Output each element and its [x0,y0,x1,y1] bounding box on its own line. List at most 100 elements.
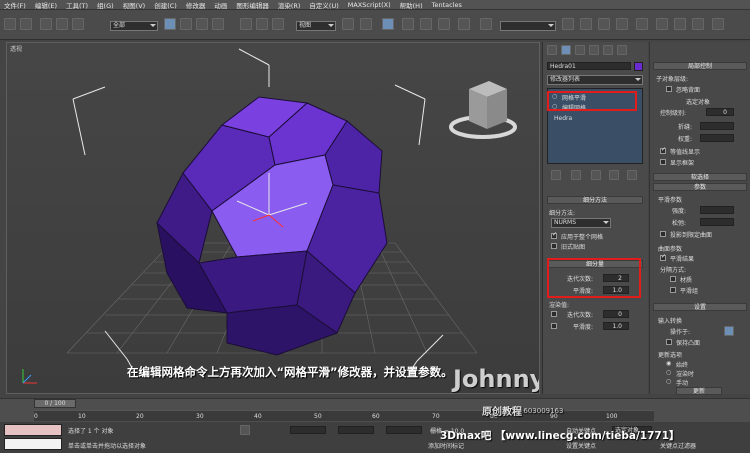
keep-convex-checkbox[interactable] [666,339,672,345]
move-icon[interactable] [240,18,252,30]
maxscript-mini-listener[interactable] [4,438,62,450]
time-slider[interactable]: 0 / 100 0 10 20 30 40 50 60 70 80 90 100… [0,398,750,422]
project-limit-checkbox[interactable] [660,231,666,237]
bind-space-warp-icon[interactable] [72,18,84,30]
hierarchy-tab-icon[interactable] [575,45,585,55]
menu-modifiers[interactable]: 修改器 [186,0,206,10]
selection-filter-select[interactable]: 全部 [110,21,158,31]
rollout-soft-selection[interactable]: 软选择 [653,173,747,181]
object-color-swatch[interactable] [634,62,643,71]
ctrl-level-spinner[interactable]: 0 [706,108,734,116]
ignore-backface-checkbox[interactable] [666,86,672,92]
teapot-icon[interactable] [712,18,724,30]
scale-icon[interactable] [272,18,284,30]
show-cage-checkbox[interactable] [660,159,666,165]
old-map-checkbox[interactable] [551,243,557,249]
make-unique-icon[interactable] [591,170,601,180]
stack-item-hedra[interactable]: Hedra [554,115,572,122]
material-checkbox[interactable] [670,276,676,282]
window-crossing-icon[interactable] [212,18,224,30]
subdivision-method-select[interactable]: NURMS [551,218,611,228]
rotate-icon[interactable] [256,18,268,30]
utilities-tab-icon[interactable] [617,45,627,55]
pivot-center-icon[interactable] [342,18,354,30]
display-tab-icon[interactable] [603,45,613,55]
modify-tab-icon[interactable] [561,45,571,55]
layer-manager-icon[interactable] [580,18,592,30]
z-coord-field[interactable] [386,426,422,434]
strength-spinner[interactable] [700,206,734,214]
select-manipulate-icon[interactable] [360,18,372,30]
select-object-icon[interactable] [164,18,176,30]
align-icon[interactable] [562,18,574,30]
rollout-parameters[interactable]: 参数 [653,183,747,191]
remove-modifier-icon[interactable] [609,170,619,180]
unlink-icon[interactable] [56,18,68,30]
maxscript-listener[interactable] [4,424,62,436]
render-smooth-checkbox[interactable] [551,323,557,329]
create-tab-icon[interactable] [547,45,557,55]
rollout-local-control[interactable]: 局部控制 [653,62,747,70]
on-render-radio[interactable]: ○ [666,369,671,376]
always-radio[interactable]: ◉ [666,360,671,367]
menu-rendering[interactable]: 渲染(R) [278,0,301,10]
menu-group[interactable]: 组(G) [97,0,114,10]
rendered-frame-icon[interactable] [674,18,686,30]
object-name-field[interactable]: Hedra01 [547,62,631,70]
smooth-group-checkbox[interactable] [670,287,676,293]
pin-stack-icon[interactable] [551,170,561,180]
configure-sets-icon[interactable] [627,170,637,180]
named-sel-set-select[interactable] [500,21,556,31]
isoline-checkbox[interactable] [660,146,666,154]
viewcube[interactable] [449,81,517,139]
menu-tools[interactable]: 工具(T) [66,0,88,10]
x-coord-field[interactable] [290,426,326,434]
edit-named-sel-icon[interactable] [458,18,470,30]
manual-radio[interactable]: ○ [666,378,671,385]
menu-tentacles[interactable]: Tentacles [432,1,462,9]
show-end-result-icon[interactable] [571,170,581,180]
modifier-list-select[interactable]: 修改器列表 [547,75,643,85]
render-setup-icon[interactable] [656,18,668,30]
mirror-icon[interactable] [480,18,492,30]
weight-spinner[interactable] [700,134,734,142]
angle-snap-icon[interactable] [402,18,414,30]
y-coord-field[interactable] [338,426,374,434]
material-editor-icon[interactable] [636,18,648,30]
menu-animation[interactable]: 动画 [214,0,227,10]
undo-icon[interactable] [4,18,16,30]
menu-file[interactable]: 文件(F) [4,0,26,10]
redo-icon[interactable] [20,18,32,30]
time-slider-thumb[interactable]: 0 / 100 [34,399,76,408]
snap-toggle-icon[interactable] [382,18,394,30]
rollout-settings[interactable]: 设置 [653,303,747,311]
render-iterations-checkbox[interactable] [551,311,557,317]
rollout-subdivision-method[interactable]: 细分方法 [547,196,643,204]
menu-edit[interactable]: 编辑(E) [35,0,57,10]
apply-whole-checkbox[interactable] [551,231,557,239]
schematic-view-icon[interactable] [616,18,628,30]
percent-snap-icon[interactable] [420,18,432,30]
rect-select-region-icon[interactable] [196,18,208,30]
perspective-viewport[interactable]: 透视 在编辑网格命令上方再次加入“网格平滑”修改器，并设置参数。 Johnny [6,42,540,394]
menu-maxscript[interactable]: MAXScript(X) [348,1,391,9]
render-smooth-spinner[interactable]: 1.0 [603,322,629,330]
select-by-name-icon[interactable] [180,18,192,30]
motion-tab-icon[interactable] [589,45,599,55]
relax-spinner[interactable] [700,218,734,226]
menu-create[interactable]: 创建(C) [154,0,177,10]
crease-spinner[interactable] [700,122,734,130]
render-icon[interactable] [692,18,704,30]
spinner-snap-icon[interactable] [438,18,450,30]
update-button[interactable]: 更新 [676,387,722,395]
menu-graph-editors[interactable]: 图形编辑器 [236,0,269,10]
ref-coord-select[interactable]: 视图 [296,21,336,31]
operate-polygon-icon[interactable] [724,326,734,336]
hedra-object[interactable] [156,96,388,356]
menu-help[interactable]: 帮助(H) [400,0,423,10]
menu-views[interactable]: 视图(V) [123,0,146,10]
render-iterations-spinner[interactable]: 0 [603,310,629,318]
menu-customize[interactable]: 自定义(U) [309,0,338,10]
smooth-result-checkbox[interactable] [660,253,666,261]
lock-selection-icon[interactable] [240,425,250,435]
